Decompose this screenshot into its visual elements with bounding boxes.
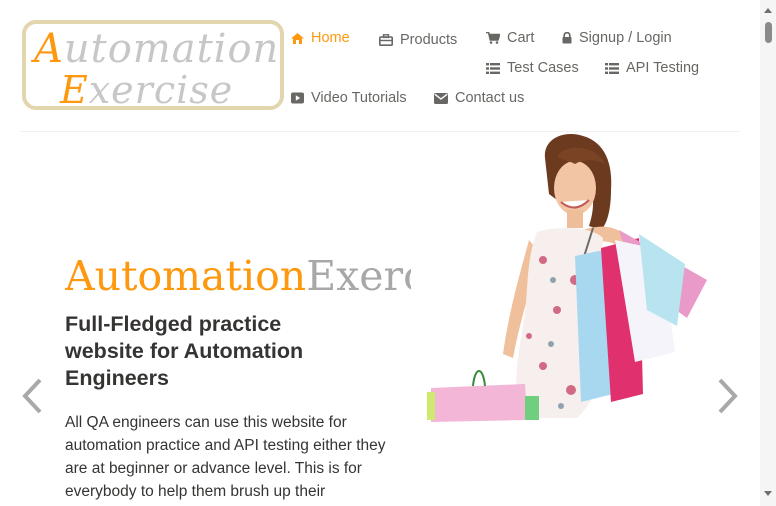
nav-api-testing-label: API Testing bbox=[626, 60, 700, 76]
logo-line-2: Exercise bbox=[60, 68, 234, 110]
site-logo[interactable]: Automation Exercise bbox=[22, 20, 284, 110]
hero-girl-shopping-image bbox=[427, 134, 707, 422]
hero-brand-heading: AutomationExercise bbox=[65, 252, 411, 300]
nav-video-tutorials-label: Video Tutorials bbox=[311, 90, 407, 106]
nav-cart[interactable]: Cart bbox=[486, 30, 534, 46]
envelope-icon bbox=[434, 92, 448, 104]
scroll-up-arrow-icon[interactable] bbox=[764, 8, 772, 13]
nav-video-tutorials[interactable]: Video Tutorials bbox=[291, 90, 407, 106]
cart-icon bbox=[486, 31, 501, 44]
chevron-right-icon bbox=[717, 378, 739, 418]
briefcase-icon bbox=[379, 34, 393, 46]
nav-products-label: Products bbox=[400, 32, 458, 48]
hero-title: Full-Fledged practice website for Automa… bbox=[65, 312, 304, 390]
carousel-next-button[interactable] bbox=[717, 378, 739, 414]
nav-contact-us-label: Contact us bbox=[455, 90, 525, 106]
nav-test-cases-label: Test Cases bbox=[507, 60, 579, 76]
chevron-left-icon bbox=[21, 378, 43, 418]
youtube-play-icon bbox=[291, 92, 304, 104]
list-icon bbox=[605, 62, 619, 74]
nav-signup-login[interactable]: Signup / Login bbox=[562, 30, 672, 46]
hero-description: All QA engineers can use this website fo… bbox=[65, 414, 386, 500]
nav-test-cases[interactable]: Test Cases bbox=[486, 60, 579, 76]
scroll-down-arrow-icon[interactable] bbox=[764, 491, 772, 496]
nav-cart-label: Cart bbox=[507, 30, 535, 46]
scrollbar-thumb[interactable] bbox=[765, 22, 772, 43]
nav-home[interactable]: Home bbox=[291, 30, 350, 46]
nav-products[interactable]: Products bbox=[379, 32, 457, 48]
carousel-prev-button[interactable] bbox=[21, 378, 43, 414]
nav-signup-login-label: Signup / Login bbox=[579, 30, 672, 46]
nav-api-testing[interactable]: API Testing bbox=[605, 60, 699, 76]
list-icon bbox=[486, 62, 500, 74]
vertical-scrollbar[interactable] bbox=[760, 0, 776, 506]
nav-contact-us[interactable]: Contact us bbox=[434, 90, 524, 106]
page: Automation Exercise Home Products Cart S… bbox=[0, 0, 760, 506]
logo-line-1: Automation bbox=[34, 26, 280, 72]
lock-icon bbox=[562, 31, 572, 44]
home-icon bbox=[291, 32, 304, 44]
nav-home-label: Home bbox=[311, 30, 350, 46]
